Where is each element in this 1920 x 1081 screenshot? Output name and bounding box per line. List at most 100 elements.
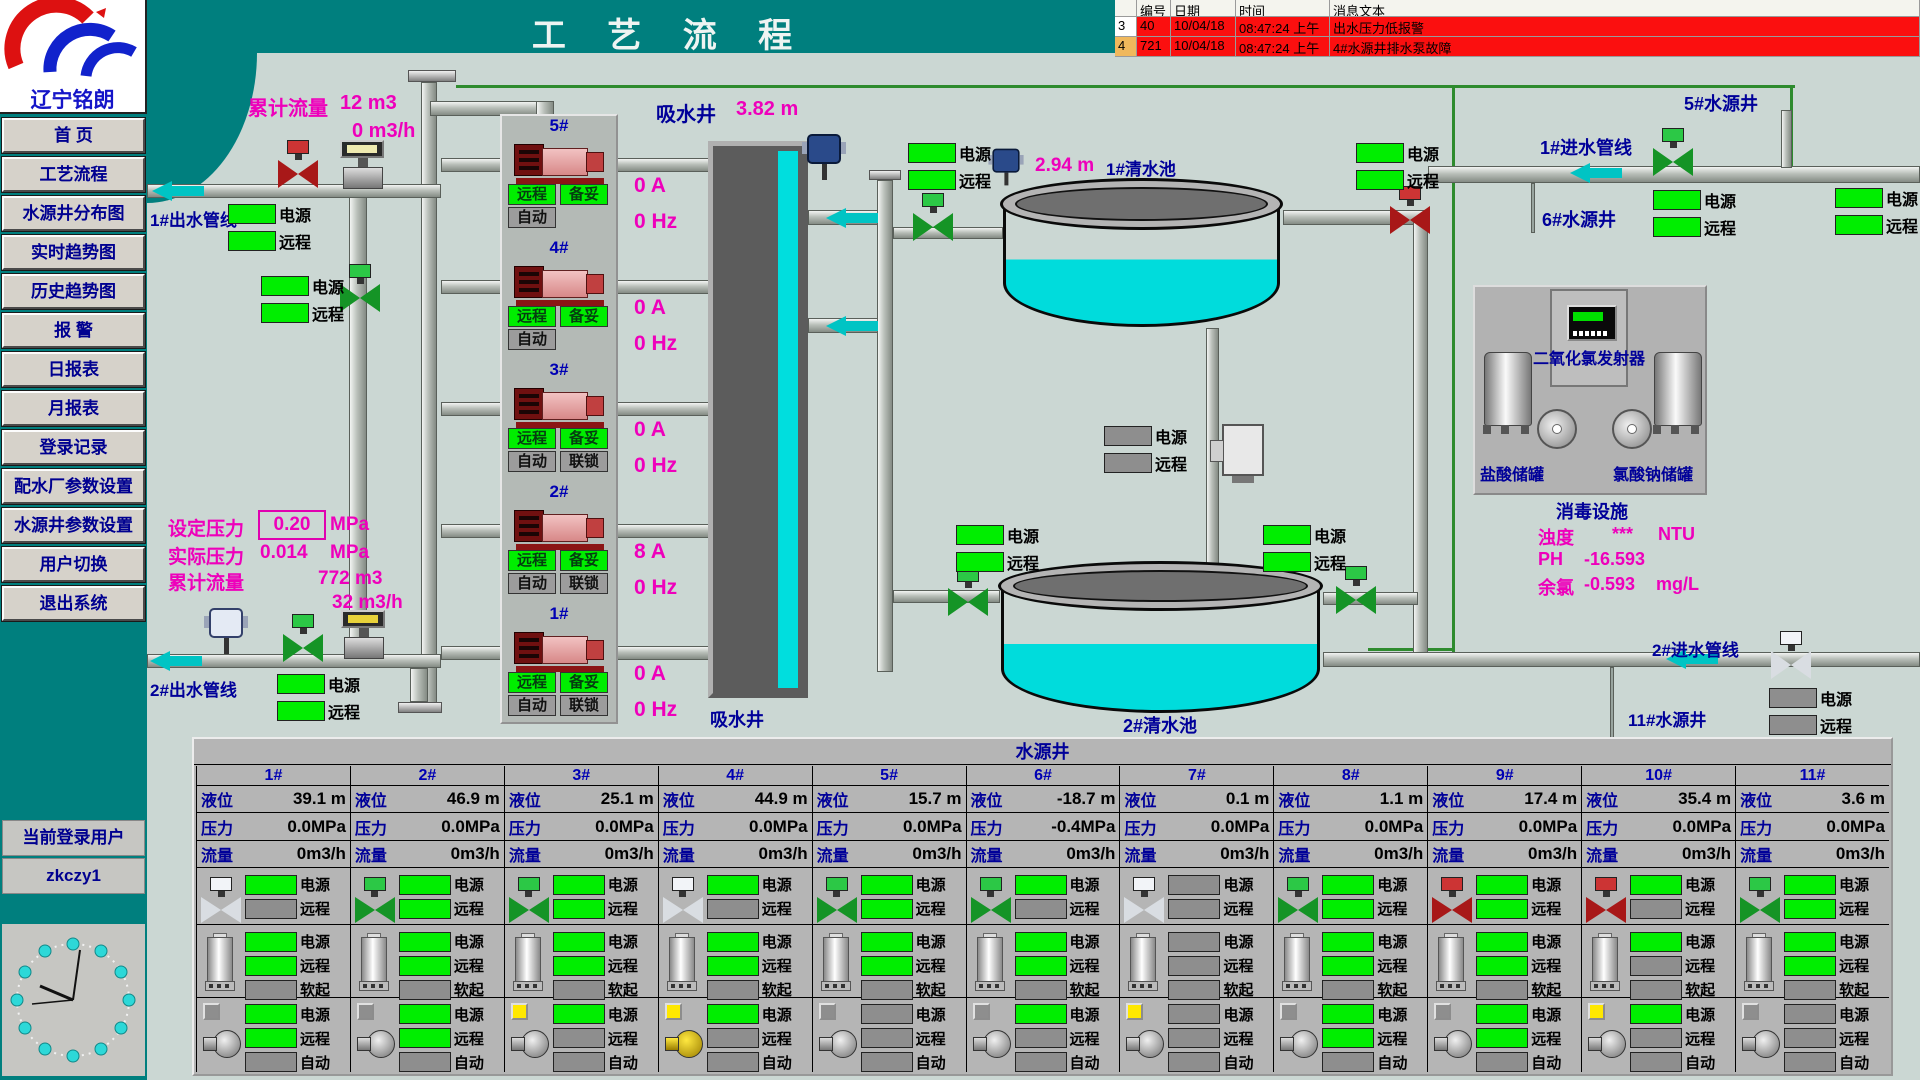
pressure-transmitter-icon[interactable] xyxy=(208,608,244,654)
well-valve-icon[interactable] xyxy=(509,877,549,923)
pump-icon[interactable] xyxy=(514,260,608,304)
flow-value: 0m3/h xyxy=(451,844,500,864)
sidebar-menu-button[interactable]: 水源井分布图 xyxy=(2,196,145,231)
alarm-row[interactable]: 4 721 10/04/18 08:47:24 上午 4#水源井排水泵故障 xyxy=(1115,37,1920,57)
well-valve-icon[interactable] xyxy=(1740,877,1780,923)
sidebar-menu-button[interactable]: 月报表 xyxy=(2,391,145,426)
well-pump-icon[interactable] xyxy=(819,1024,859,1066)
signal-line xyxy=(1368,648,1455,651)
pump-auto-indicator xyxy=(553,1052,605,1072)
soft-starter-icon[interactable] xyxy=(1128,933,1156,991)
header-valve[interactable] xyxy=(340,264,380,312)
well-valve-icon[interactable] xyxy=(1586,877,1626,923)
power-indicator xyxy=(908,143,956,163)
outlet2-valve[interactable] xyxy=(283,614,323,662)
pump-icon[interactable] xyxy=(514,138,608,182)
flow-label: 流量 xyxy=(509,842,541,866)
well-pump-icon[interactable] xyxy=(203,1024,243,1066)
remote-label: 远程 xyxy=(1685,898,1715,919)
tank1-inlet-valve[interactable] xyxy=(913,193,953,241)
soft-starter-icon[interactable] xyxy=(821,933,849,991)
pressure-value: 0.0MPa xyxy=(1365,817,1424,837)
well-valve-icon[interactable] xyxy=(1278,877,1318,923)
well-pump-icon[interactable] xyxy=(1588,1024,1628,1066)
sidebar-menu-button[interactable]: 实时趋势图 xyxy=(2,235,145,270)
soft-starter-icon[interactable] xyxy=(667,933,695,991)
alarm-row-number[interactable]: 4 xyxy=(1115,37,1137,57)
cumulative-flow2-total: 772 m3 xyxy=(318,568,382,590)
outlet1-flow-meter[interactable] xyxy=(340,140,386,189)
well-valve-icon[interactable] xyxy=(971,877,1011,923)
pump-power-indicator xyxy=(1476,1004,1528,1024)
soft-remote-indicator xyxy=(399,956,451,976)
cumulative-flow-total: 12 m3 xyxy=(340,92,397,115)
sidebar-menu-button[interactable]: 退出系统 xyxy=(2,586,145,621)
sidebar-menu-button[interactable]: 配水厂参数设置 xyxy=(2,469,145,504)
analog-clock xyxy=(2,924,145,1076)
well-valve-icon[interactable] xyxy=(355,877,395,923)
tank1-level-transmitter-icon[interactable] xyxy=(992,149,1021,186)
power-label: 电源 xyxy=(1223,1004,1253,1025)
soft-starter-icon[interactable] xyxy=(975,933,1003,991)
sidebar-menu-button[interactable]: 水源井参数设置 xyxy=(2,508,145,543)
sidebar-menu-button[interactable]: 工艺流程 xyxy=(2,157,145,192)
level-transmitter-icon[interactable] xyxy=(806,134,842,180)
sidebar-menu-button[interactable]: 首 页 xyxy=(2,118,145,153)
valve-remote-indicator xyxy=(1784,899,1836,919)
well-valve-icon[interactable] xyxy=(817,877,857,923)
pump-remote-indicator xyxy=(1630,1028,1682,1048)
dosing-pump-icon[interactable] xyxy=(1537,409,1577,449)
well-pump-icon[interactable] xyxy=(1434,1024,1474,1066)
well-pump-icon[interactable] xyxy=(665,1024,705,1066)
well-id: 3# xyxy=(505,766,658,786)
alarm-row-number[interactable]: 3 xyxy=(1115,17,1137,37)
pump-id: 4# xyxy=(502,238,616,258)
sidebar-menu-button[interactable]: 报 警 xyxy=(2,313,145,348)
well-column: 6# 液位-18.7 m 压力-0.4MPa 流量0m3/h 电源 远程 xyxy=(966,766,1120,1072)
well-pump-icon[interactable] xyxy=(1280,1024,1320,1066)
inlet2-valve[interactable] xyxy=(1771,631,1811,679)
sidebar-menu-button[interactable]: 日报表 xyxy=(2,352,145,387)
sidebar-menu-button[interactable]: 用户切换 xyxy=(2,547,145,582)
well-valve-icon[interactable] xyxy=(1432,877,1472,923)
mixer-icon[interactable] xyxy=(1222,424,1264,476)
outlet1-indicators: 电源 远程 xyxy=(228,202,311,256)
flow-value: 0m3/h xyxy=(297,844,346,864)
power-label: 电源 xyxy=(762,931,792,952)
soft-starter-icon[interactable] xyxy=(1436,933,1464,991)
alarm-col-rownum xyxy=(1115,0,1137,17)
well-pump-icon[interactable] xyxy=(1742,1024,1782,1066)
inlet1-valve[interactable] xyxy=(1653,128,1693,176)
dosing-pump-icon[interactable] xyxy=(1612,409,1652,449)
outlet1-valve[interactable] xyxy=(278,140,318,188)
well-valve-icon[interactable] xyxy=(1124,877,1164,923)
soft-starter-icon[interactable] xyxy=(359,933,387,991)
power-label: 电源 xyxy=(454,1004,484,1025)
sidebar-menu-button[interactable]: 历史趋势图 xyxy=(2,274,145,309)
soft-starter-icon[interactable] xyxy=(1590,933,1618,991)
pump-icon[interactable] xyxy=(514,382,608,426)
tank1-left-indicators: 电源 远程 xyxy=(908,141,991,195)
outlet2-flow-meter[interactable] xyxy=(341,610,387,659)
power-label: 电源 xyxy=(1839,1004,1869,1025)
well-pump-icon[interactable] xyxy=(973,1024,1013,1066)
well-valve-icon[interactable] xyxy=(201,877,241,923)
pump-icon[interactable] xyxy=(514,504,608,548)
remote-indicator xyxy=(1769,715,1817,735)
well-pump-icon[interactable] xyxy=(1126,1024,1166,1066)
auto-label: 自动 xyxy=(300,1052,330,1072)
soft-starter-icon[interactable] xyxy=(1744,933,1772,991)
sidebar-menu-button[interactable]: 登录记录 xyxy=(2,430,145,465)
soft-starter-icon[interactable] xyxy=(513,933,541,991)
alarm-date: 10/04/18 xyxy=(1171,17,1236,37)
pipe xyxy=(441,524,502,538)
well-pump-icon[interactable] xyxy=(511,1024,551,1066)
flow-arrow-left-icon xyxy=(1570,163,1624,183)
well-valve-icon[interactable] xyxy=(663,877,703,923)
set-pressure-input[interactable]: 0.20 xyxy=(258,510,326,540)
pump-icon[interactable] xyxy=(514,626,608,670)
well-pump-icon[interactable] xyxy=(357,1024,397,1066)
alarm-row[interactable]: 3 40 10/04/18 08:47:24 上午 出水压力低报警 xyxy=(1115,17,1920,37)
soft-starter-icon[interactable] xyxy=(1282,933,1310,991)
soft-starter-icon[interactable] xyxy=(205,933,233,991)
